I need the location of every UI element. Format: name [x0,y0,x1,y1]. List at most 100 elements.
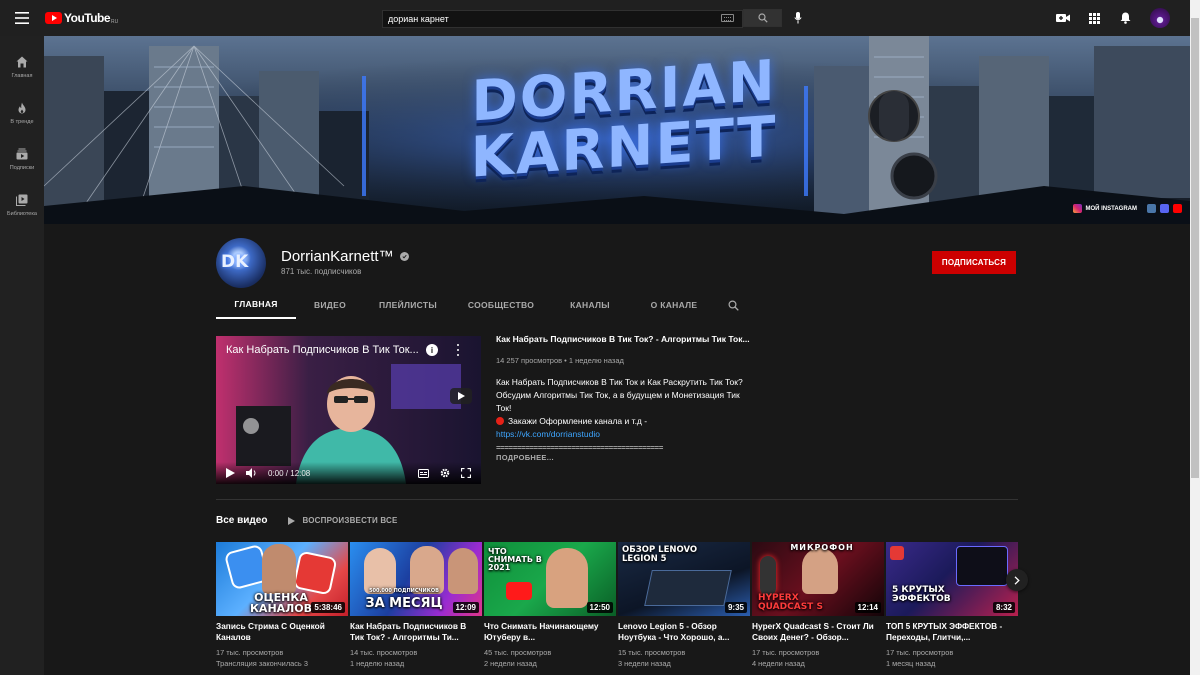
play-all-label: ВОСПРОИЗВЕСТИ ВСЕ [302,516,398,525]
video-card[interactable]: ОБЗОР LENOVO LEGION 5 9:35 Lenovo Legion… [618,542,750,675]
account-avatar[interactable] [1150,8,1170,28]
microphone-image [760,556,776,596]
keyboard-icon[interactable] [721,14,734,22]
video-thumbnail[interactable]: 500.000 ПОДПИСЧИКОВ ЗА МЕСЯЦ 12:09 [350,542,482,616]
fullscreen-icon[interactable] [461,468,471,478]
description-link[interactable]: https://vk.com/dorrianstudio [496,428,746,441]
play-icon[interactable] [226,468,235,478]
subscriptions-icon [16,148,28,159]
video-card[interactable]: МИКРОФОН HYPERX QUADCAST S 12:14 HyperX … [752,542,884,675]
video-thumbnail[interactable]: ОБЗОР LENOVO LEGION 5 9:35 [618,542,750,616]
youtube-link-icon[interactable] [1173,204,1182,213]
tab-community[interactable]: СООБЩЕСТВО [452,291,550,319]
player-title[interactable]: Как Набрать Подписчиков В Тик Ток... [226,344,426,356]
video-card[interactable]: ОЦЕНКА КАНАЛОВ 5:38:46 Запись Стрима С О… [216,542,348,675]
face-image [262,544,296,594]
sidebar-item-label: Главная [11,72,33,79]
info-icon[interactable]: i [426,344,438,356]
play-all-button[interactable]: ВОСПРОИЗВЕСТИ ВСЕ [288,516,397,525]
tab-videos[interactable]: ВИДЕО [296,291,364,319]
video-card[interactable]: 5 КРУТЫХ ЭФФЕКТОВ 8:32 ТОП 5 КРУТЫХ ЭФФЕ… [886,542,1018,675]
watch-on-youtube-icon[interactable] [450,388,472,404]
video-shelf: ОЦЕНКА КАНАЛОВ 5:38:46 Запись Стрима С О… [216,542,1018,675]
video-date: 1 месяц назад [886,659,936,668]
search-button[interactable] [743,9,782,27]
video-thumbnail[interactable]: 5 КРУТЫХ ЭФФЕКТОВ 8:32 [886,542,1018,616]
video-card[interactable]: 500.000 ПОДПИСЧИКОВ ЗА МЕСЯЦ 12:09 Как Н… [350,542,482,675]
read-more-button[interactable]: ПОДРОБНЕЕ... [496,453,752,462]
search-icon [727,299,739,311]
sidebar-item-home[interactable]: Главная [0,44,44,90]
page-scrollbar[interactable] [1190,0,1200,675]
description-line: Как Набрать Подписчиков В Тик Ток и Как … [496,377,743,387]
tab-about[interactable]: О КАНАЛЕ [630,291,718,319]
tab-playlists[interactable]: ПЛЕЙЛИСТЫ [364,291,452,319]
subtitles-icon[interactable] [418,468,429,478]
phone-screen-image [956,546,1008,586]
face-image [448,548,478,594]
video-thumbnail[interactable]: ЧТО СНИМАТЬ В 2021 12:50 [484,542,616,616]
channel-name-text: DorrianKarnett™ [281,248,394,265]
microphone-icon [794,12,802,24]
video-thumbnail[interactable]: ОЦЕНКА КАНАЛОВ 5:38:46 [216,542,348,616]
video-duration: 12:14 [854,602,881,613]
volume-icon[interactable] [246,468,257,478]
hamburger-icon [15,12,29,24]
youtube-logo[interactable]: YouTube RU [45,11,118,25]
channel-search-button[interactable] [718,291,748,319]
menu-button[interactable] [0,0,44,36]
video-duration: 8:32 [992,602,1015,613]
all-videos-header: Все видео ВОСПРОИЗВЕСТИ ВСЕ [216,515,398,526]
settings-gear-icon[interactable] [440,468,450,478]
vk-icon[interactable] [1147,204,1156,213]
video-thumbnail[interactable]: МИКРОФОН HYPERX QUADCAST S 12:14 [752,542,884,616]
subscribe-button[interactable]: ПОДПИСАТЬСЯ [932,251,1016,274]
logo-text: YouTube [64,11,111,25]
sidebar-item-trending[interactable]: В тренде [0,90,44,136]
notifications-button[interactable] [1117,10,1133,26]
thumbnail-text: ЧТО СНИМАТЬ В 2021 [488,547,542,572]
voice-search-button[interactable] [789,9,807,27]
scrollbar-thumb[interactable] [1191,18,1199,478]
apps-button[interactable] [1086,10,1102,26]
video-title[interactable]: Lenovo Legion 5 - Обзор Ноутбука - Что Х… [618,621,750,643]
featured-video-meta: 14 257 просмотров • 1 неделю назад [496,356,624,365]
sidebar-item-subscriptions[interactable]: Подписки [0,136,44,182]
verified-badge-icon [399,252,409,261]
featured-video-player[interactable]: Как Набрать Подписчиков В Тик Ток... i 0… [216,336,481,484]
section-divider [216,499,1018,500]
sidebar: Главная В тренде Подписки Библиотека [0,36,44,675]
video-title[interactable]: Запись Стрима С Оценкой Каналов [216,621,348,643]
featured-video-title[interactable]: Как Набрать Подписчиков В Тик Ток? - Алг… [496,334,752,344]
video-duration: 12:09 [452,602,479,613]
instagram-link[interactable]: МОЙ INSTAGRAM [1073,204,1137,213]
thumbnail-text: 5 КРУТЫХ ЭФФЕКТОВ [892,585,951,604]
subscriber-count: 871 тыс. подписчиков [281,267,362,276]
discord-icon[interactable] [1160,204,1169,213]
search-box [382,9,782,28]
laptop-image [644,570,732,606]
description-line: Закажи Оформление канала и т.д - [496,415,746,428]
video-title[interactable]: HyperX Quadcast S - Стоит Ли Своих Денег… [752,621,884,643]
tab-channels[interactable]: КАНАЛЫ [550,291,630,319]
search-input[interactable] [382,10,743,28]
channel-avatar[interactable]: DK [216,238,266,288]
video-date: 3 недели назад [618,659,671,668]
channel-tabs: ГЛАВНАЯ ВИДЕО ПЛЕЙЛИСТЫ СООБЩЕСТВО КАНАЛ… [216,291,748,319]
shelf-next-button[interactable] [1006,569,1028,591]
tab-home[interactable]: ГЛАВНАЯ [216,291,296,319]
create-video-button[interactable] [1055,10,1071,26]
thumbnail-text: ОБЗОР LENOVO LEGION 5 [622,545,698,564]
thumbs-up-icon [294,552,336,594]
video-title[interactable]: Как Набрать Подписчиков В Тик Ток? - Алг… [350,621,482,643]
video-views: 17 тыс. просмотров [216,648,284,657]
section-title[interactable]: Все видео [216,515,267,526]
video-date: 4 недели назад [752,659,805,668]
video-title[interactable]: Что Снимать Начинающему Ютуберу в... [484,621,616,643]
more-options-icon[interactable] [454,343,462,357]
video-card[interactable]: ЧТО СНИМАТЬ В 2021 12:50 Что Снимать Нач… [484,542,616,675]
instagram-label: МОЙ INSTAGRAM [1085,205,1137,212]
video-title[interactable]: ТОП 5 КРУТЫХ ЭФФЕКТОВ - Переходы, Глитчи… [886,621,1018,643]
sidebar-item-library[interactable]: Библиотека [0,182,44,228]
description-separator: ======================================== [496,443,663,451]
